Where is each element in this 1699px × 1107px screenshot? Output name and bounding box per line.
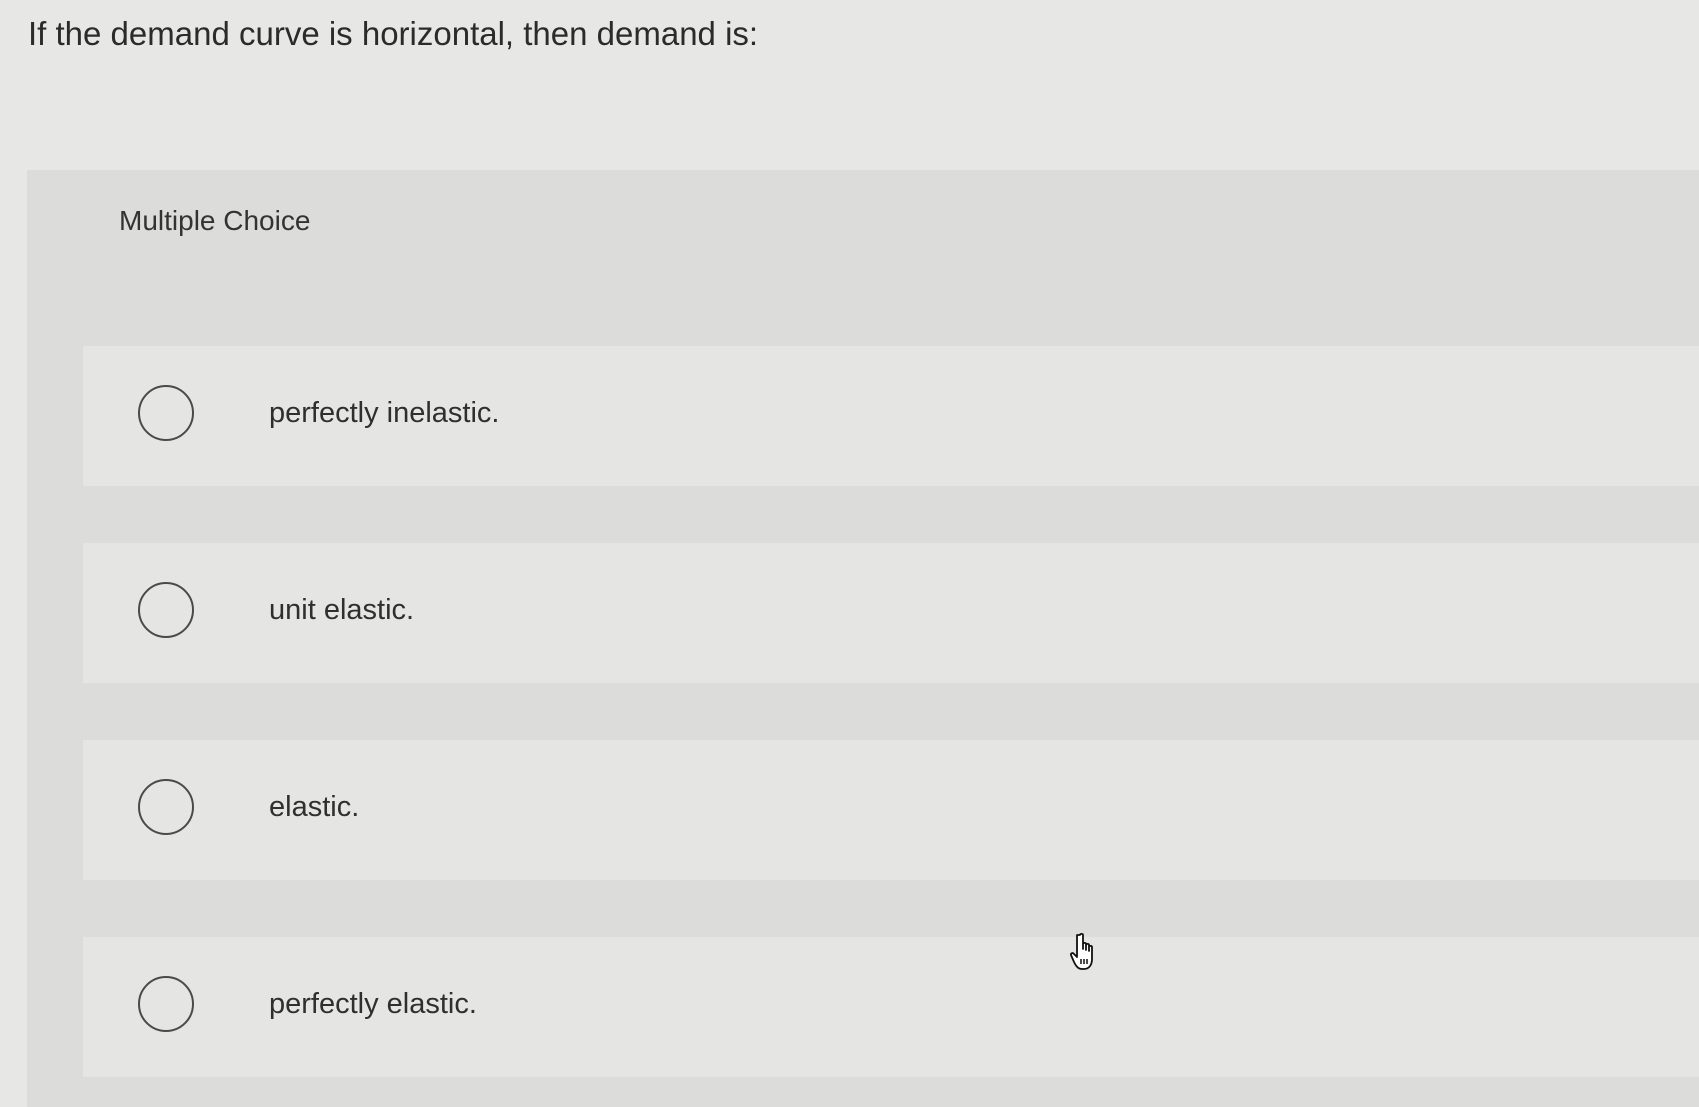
answer-option-perfectly-elastic[interactable]: perfectly elastic. (83, 937, 1699, 1077)
option-label: perfectly elastic. (269, 988, 477, 1020)
hand-pointer-icon (1065, 930, 1101, 972)
answer-option-elastic[interactable]: elastic. (83, 740, 1699, 880)
answer-option-unit-elastic[interactable]: unit elastic. (83, 543, 1699, 683)
question-text: If the demand curve is horizontal, then … (28, 15, 759, 52)
question-type-label: Multiple Choice (119, 205, 311, 236)
multiple-choice-panel: Multiple Choice perfectly inelastic. uni… (27, 170, 1699, 1107)
option-label: unit elastic. (269, 594, 415, 626)
option-label: elastic. (269, 791, 360, 823)
radio-button[interactable] (138, 582, 194, 638)
answer-option-perfectly-inelastic[interactable]: perfectly inelastic. (83, 346, 1699, 486)
option-label: perfectly inelastic. (269, 397, 500, 429)
radio-button[interactable] (138, 385, 194, 441)
radio-button[interactable] (138, 779, 194, 835)
radio-button[interactable] (138, 976, 194, 1032)
